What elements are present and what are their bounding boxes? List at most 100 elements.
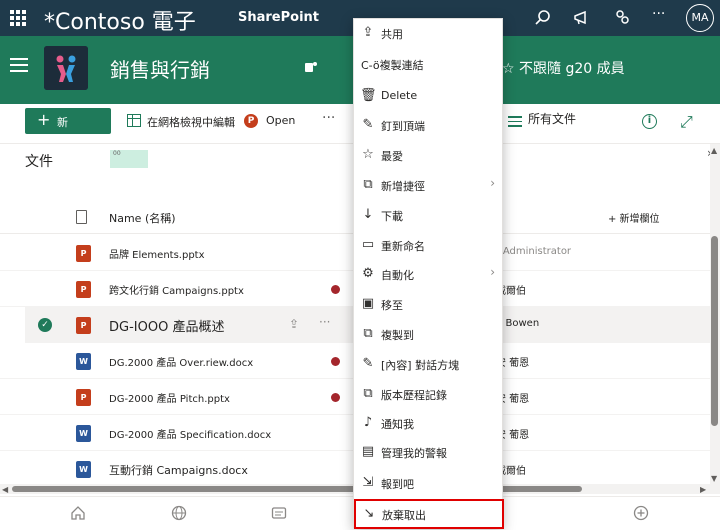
file-type-icon[interactable] [76, 210, 87, 224]
info-icon[interactable]: i [642, 114, 657, 129]
news-icon[interactable] [271, 505, 287, 521]
checkmark-icon[interactable]: ✓ [38, 318, 52, 332]
people-icon[interactable] [612, 8, 632, 28]
menu-item-manage-alerts[interactable]: ▤ 管理我的警報 [354, 438, 504, 466]
new-button[interactable]: + 新 [25, 108, 111, 134]
org-brand[interactable]: *Contoso 電子 [44, 4, 196, 36]
teams-icon[interactable] [304, 60, 318, 74]
powerpoint-file-icon: P [76, 245, 91, 262]
scroll-left-icon[interactable]: ◀ [2, 485, 8, 494]
file-name[interactable]: DG-2000 產品 Pitch.pptx [109, 390, 230, 405]
menu-item-copy-link[interactable]: C-ö複製連結 [354, 50, 504, 78]
share-icon: ⇪ [362, 25, 374, 40]
menu-item-label: C-ö複製連結 [361, 59, 424, 72]
checked-out-icon [331, 393, 340, 402]
bell-icon: ♪ [363, 415, 373, 430]
checked-out-icon [331, 285, 340, 294]
chevron-right-icon: › [490, 176, 495, 190]
globe-icon[interactable] [171, 505, 187, 521]
menu-item-share[interactable]: ⇪ 共用 [354, 19, 504, 47]
move-icon: ▣ [361, 296, 375, 311]
menu-item-label: 移至 [381, 299, 403, 312]
menu-item-label: 重新命名 [381, 240, 425, 253]
menu-item-pin-to-top[interactable]: ✎ 釘到頂端 [354, 111, 504, 139]
menu-item-version-history[interactable]: ⧉ 版本歷程記錄 [354, 380, 504, 408]
list-view-icon [508, 116, 522, 127]
scroll-right-icon[interactable]: ▶ [700, 485, 706, 494]
library-title: 文件 [25, 154, 53, 170]
alert-icon: ▤ [361, 444, 375, 459]
menu-item-automate[interactable]: ⚙ 自動化 › [354, 260, 504, 288]
more-icon[interactable]: ··· [652, 6, 672, 26]
menu-item-label: 複製到 [381, 329, 414, 342]
follow-button[interactable]: ☆ 不跟隨 g20 成員 [502, 58, 625, 78]
menu-item-add-shortcut[interactable]: ⧉ 新增捷徑 › [354, 171, 504, 199]
add-icon[interactable] [633, 505, 649, 521]
app-name[interactable]: SharePoint [238, 10, 319, 25]
menu-item-label: [內容] 對話方塊 [381, 359, 460, 372]
open-button[interactable]: Open [266, 114, 295, 127]
file-name[interactable]: 品牌 Elements.pptx [109, 246, 205, 261]
menu-item-copy-to[interactable]: ⧉ 複製到 [354, 320, 504, 348]
search-icon[interactable] [533, 8, 553, 28]
menu-item-download[interactable]: ↓ 下載 [354, 201, 504, 229]
chevron-right-icon: › [490, 265, 495, 279]
menu-item-label: 釘到頂端 [381, 120, 425, 133]
plus-icon: + [37, 110, 51, 129]
menu-item-rename[interactable]: ▭ 重新命名 [354, 231, 504, 259]
file-name[interactable]: 互動行銷 Campaigns.docx [109, 462, 248, 478]
trash-icon: 🗑 [360, 88, 377, 103]
context-menu: ⇪ 共用 C-ö複製連結 🗑 Delete ✎ 釘到頂端 ☆ 最愛 ⧉ 新增捷徑… [353, 18, 504, 529]
menu-item-label: Delete [381, 89, 418, 102]
star-icon: ☆ [362, 147, 374, 162]
menu-item-check-in[interactable]: ⇲ 報到吧 [354, 469, 504, 497]
file-name[interactable]: DG-2000 產品 Specification.docx [109, 426, 271, 441]
more-commands-button[interactable]: ··· [322, 110, 335, 126]
vertical-scrollbar-thumb[interactable] [711, 236, 718, 426]
file-name[interactable]: DG.2000 產品 Over.riew.docx [109, 354, 253, 369]
app-launcher-icon[interactable] [10, 10, 26, 26]
edit-in-grid-view-button[interactable]: 在網格檢視中編輯 [147, 114, 235, 130]
menu-item-label: 下載 [381, 210, 403, 223]
expand-icon[interactable]: ⤢ [680, 112, 693, 132]
menu-item-move-to[interactable]: ▣ 移至 [354, 290, 504, 318]
powerpoint-icon: P [244, 114, 258, 128]
menu-item-label: 最愛 [381, 150, 403, 163]
powerpoint-file-icon: P [76, 317, 91, 334]
site-logo[interactable] [44, 46, 88, 90]
scroll-down-icon[interactable]: ▼ [711, 474, 717, 483]
site-title[interactable]: 銷售與行銷 [110, 54, 210, 83]
history-icon: ⧉ [363, 386, 373, 401]
hamburger-menu-icon[interactable] [10, 58, 28, 72]
file-name[interactable]: DG-IOOO 產品概述 [109, 316, 224, 335]
scroll-up-icon[interactable]: ▲ [711, 146, 717, 155]
avatar[interactable]: MA [686, 4, 714, 32]
powerpoint-file-icon: P [76, 281, 91, 298]
word-file-icon: W [76, 353, 91, 370]
menu-item-label: 自動化 [381, 269, 414, 282]
menu-item-label: 放棄取出 [382, 509, 426, 522]
new-button-label: 新 [57, 116, 68, 129]
menu-item-properties[interactable]: ✎ [內容] 對話方塊 [354, 350, 504, 378]
menu-item-label: 報到吧 [381, 478, 414, 491]
megaphone-icon[interactable] [572, 8, 592, 28]
share-icon[interactable]: ⇪ [289, 317, 299, 331]
word-file-icon: W [76, 461, 91, 478]
menu-item-discard-check-out[interactable]: ↘ 放棄取出 [354, 499, 504, 529]
copy-icon: ⧉ [363, 326, 373, 341]
download-icon: ↓ [362, 207, 374, 222]
more-icon[interactable]: ··· [319, 315, 330, 329]
menu-item-delete[interactable]: 🗑 Delete [354, 82, 504, 110]
powerpoint-file-icon: P [76, 389, 91, 406]
rename-icon: ▭ [361, 237, 375, 252]
menu-item-label: 新增捷徑 [381, 180, 425, 193]
menu-item-favorite[interactable]: ☆ 最愛 [354, 141, 504, 169]
name-column-header[interactable]: Name (名稱) [109, 210, 176, 226]
menu-item-alert-me[interactable]: ♪ 通知我 [354, 409, 504, 437]
add-column-button[interactable]: + 新增欄位 [608, 210, 660, 225]
view-selector[interactable]: 所有文件 [528, 110, 576, 127]
automate-icon: ⚙ [362, 266, 374, 281]
file-name[interactable]: 跨文化行銷 Campaigns.pptx [109, 282, 244, 297]
home-icon[interactable] [70, 505, 86, 521]
word-file-icon: W [76, 425, 91, 442]
